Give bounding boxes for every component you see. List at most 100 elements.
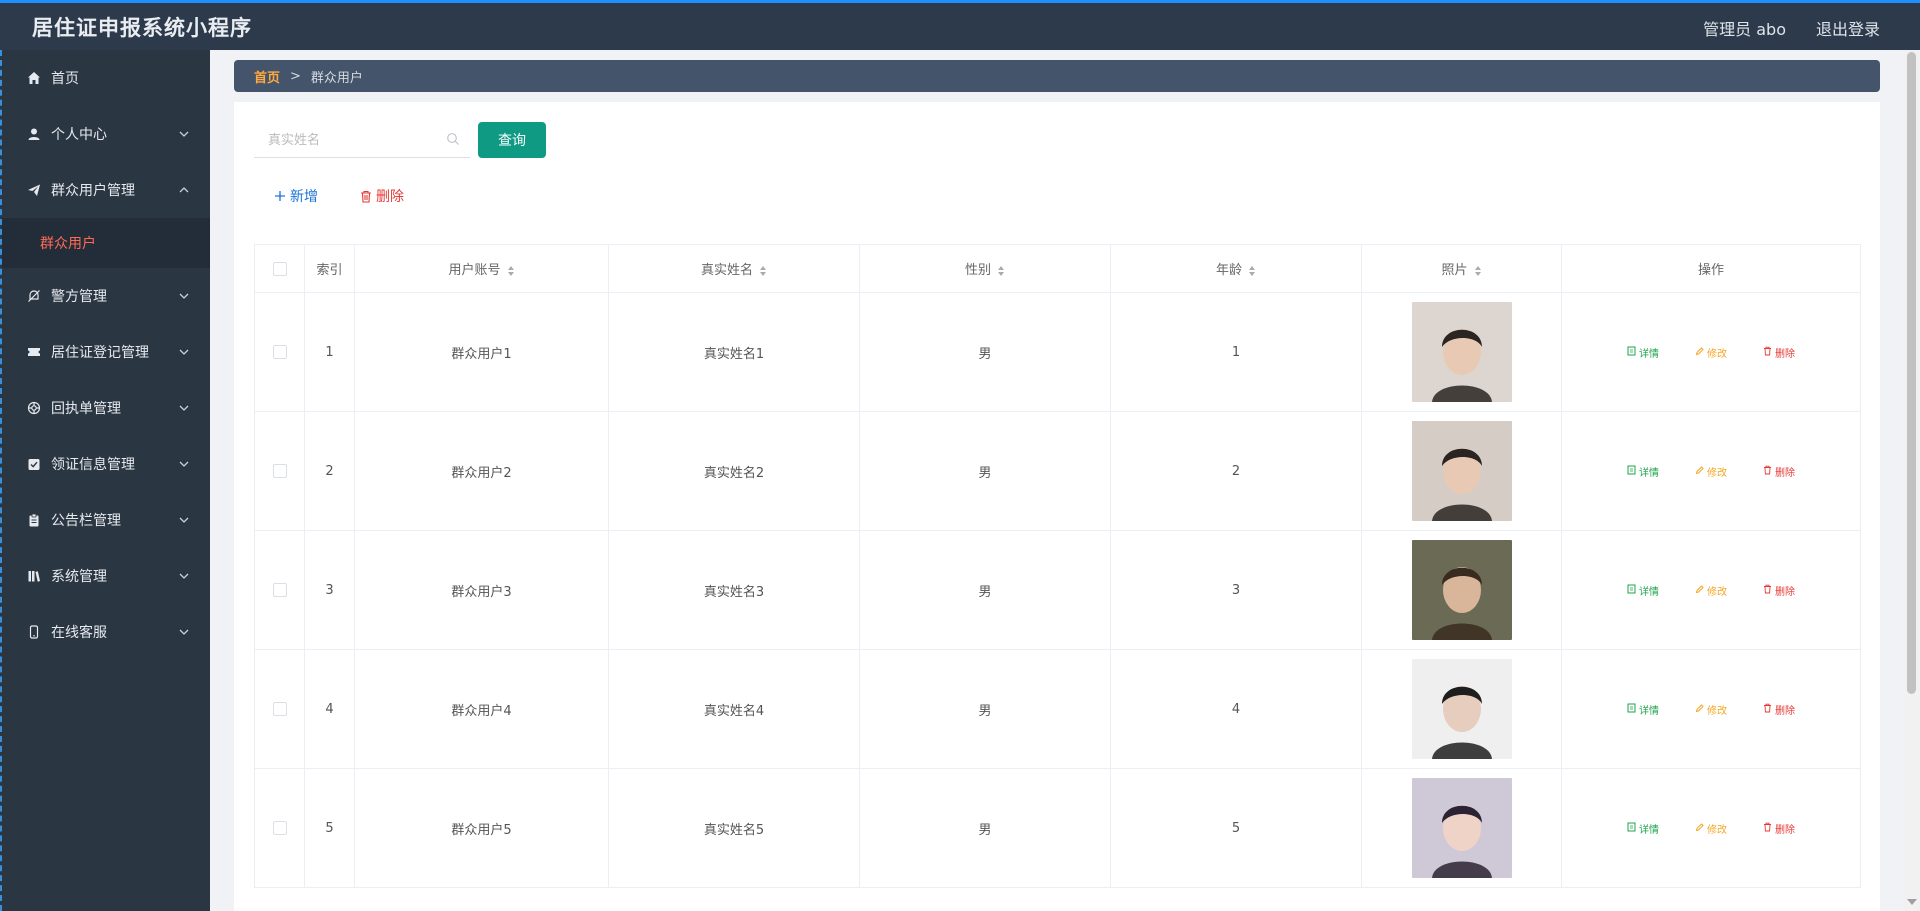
row-checkbox[interactable] [272,345,287,359]
delete-button[interactable]: 删除 [1763,702,1795,717]
header-age[interactable]: 年龄 [1110,244,1362,293]
trash-icon [1763,584,1775,597]
header-photo[interactable]: 照片 [1361,244,1562,293]
edit-icon [1695,465,1707,478]
cell-realname: 真实姓名2 [608,411,860,531]
cell-realname: 真实姓名3 [608,530,860,650]
sort-icon[interactable] [1474,265,1482,277]
detail-button[interactable]: 详情 [1627,345,1659,360]
chevron-down-icon [179,461,189,467]
header-realname[interactable]: 真实姓名 [608,244,860,293]
page-scrollbar[interactable] [1903,50,1920,911]
chevron-down-icon [179,131,189,137]
trash-icon [1763,822,1775,835]
edit-button[interactable]: 修改 [1695,583,1727,598]
cell-account: 群众用户1 [354,292,609,412]
delete-button[interactable]: 删除 [1763,464,1795,479]
edit-label: 修改 [1707,824,1727,836]
edit-button[interactable]: 修改 [1695,821,1727,836]
top-bar: 居住证申报系统小程序 管理员 abo 退出登录 [0,0,1920,50]
sidebar-item-system[interactable]: 系统管理 [2,548,210,604]
user-photo[interactable] [1411,778,1512,878]
detail-button[interactable]: 详情 [1627,821,1659,836]
sidebar-item-certificate[interactable]: 领证信息管理 [2,436,210,492]
header-gender[interactable]: 性别 [859,244,1111,293]
sidebar-item-residence-registration[interactable]: 居住证登记管理 [2,324,210,380]
logout-link[interactable]: 退出登录 [1816,16,1880,40]
search-icon [447,133,459,145]
detail-label: 详情 [1639,586,1659,598]
sort-icon[interactable] [997,265,1005,277]
scrollbar-thumb[interactable] [1907,52,1916,694]
header-account[interactable]: 用户账号 [354,244,609,293]
edit-icon [1695,584,1707,597]
sidebar-item-police[interactable]: 警方管理 [2,268,210,324]
cell-index: 3 [304,530,355,650]
check-square-icon [26,456,42,472]
main-content: 首页 > 群众用户 查询 新增 删除 [210,50,1920,911]
sort-icon[interactable] [507,265,515,277]
cell-ops: 详情 修改 删除 [1561,768,1861,888]
row-checkbox[interactable] [272,464,287,478]
select-all-checkbox[interactable] [272,261,287,276]
detail-label: 详情 [1639,824,1659,836]
user-photo[interactable] [1411,302,1512,402]
chevron-down-icon [179,573,189,579]
sidebar-item-bulletin[interactable]: 公告栏管理 [2,492,210,548]
sidebar-item-label: 群众用户管理 [51,183,135,199]
delete-button[interactable]: 删除 [1763,345,1795,360]
edit-button[interactable]: 修改 [1695,702,1727,717]
realname-search-input[interactable] [254,122,444,156]
delete-button[interactable]: 删除 [1763,583,1795,598]
detail-icon [1627,346,1639,359]
cell-realname: 真实姓名5 [608,768,860,888]
edit-button[interactable]: 修改 [1695,345,1727,360]
sidebar-item-personal-center[interactable]: 个人中心 [2,106,210,162]
detail-button[interactable]: 详情 [1627,583,1659,598]
chevron-down-icon [179,517,189,523]
header-label: 年龄 [1215,263,1242,278]
row-checkbox[interactable] [272,583,287,597]
sidebar-item-user-management[interactable]: 群众用户管理 [2,162,210,218]
trash-icon [1763,346,1775,359]
sidebar-item-home[interactable]: 首页 [2,50,210,106]
user-photo[interactable] [1411,540,1512,640]
sidebar-item-label: 领证信息管理 [51,457,135,473]
query-button[interactable]: 查询 [478,122,546,158]
scroll-down-arrow-icon[interactable] [1907,899,1917,905]
chevron-down-icon [179,405,189,411]
sidebar-item-online-service[interactable]: 在线客服 [2,604,210,660]
sort-icon[interactable] [759,265,767,277]
add-button[interactable]: 新增 [274,182,318,210]
sidebar-item-label: 在线客服 [51,625,107,641]
edit-button[interactable]: 修改 [1695,464,1727,479]
clipboard-icon [26,512,42,528]
row-checkbox[interactable] [272,821,287,835]
detail-button[interactable]: 详情 [1627,702,1659,717]
delete-button[interactable]: 删除 [1763,821,1795,836]
sidebar-item-label: 公告栏管理 [51,513,121,529]
detail-icon [1627,465,1639,478]
cell-realname: 真实姓名1 [608,292,860,412]
header-ops: 操作 [1561,244,1861,293]
chevron-up-icon [179,187,189,193]
detail-label: 详情 [1639,467,1659,479]
breadcrumb-home[interactable]: 首页 [254,67,280,86]
sidebar-item-label: 回执单管理 [51,401,121,417]
detail-label: 详情 [1639,348,1659,360]
row-checkbox[interactable] [272,702,287,716]
user-photo[interactable] [1411,421,1512,521]
sidebar-item-receipt[interactable]: 回执单管理 [2,380,210,436]
batch-delete-button[interactable]: 删除 [360,182,404,210]
detail-button[interactable]: 详情 [1627,464,1659,479]
cell-ops: 详情 修改 删除 [1561,411,1861,531]
chevron-down-icon [179,629,189,635]
breadcrumb-separator: > [290,68,301,84]
edit-label: 修改 [1707,348,1727,360]
edit-label: 修改 [1707,467,1727,479]
cell-age: 4 [1110,649,1362,769]
sort-icon[interactable] [1248,265,1256,277]
cell-realname: 真实姓名4 [608,649,860,769]
sidebar-subitem-public-users[interactable]: 群众用户 [2,218,210,268]
user-photo[interactable] [1411,659,1512,759]
